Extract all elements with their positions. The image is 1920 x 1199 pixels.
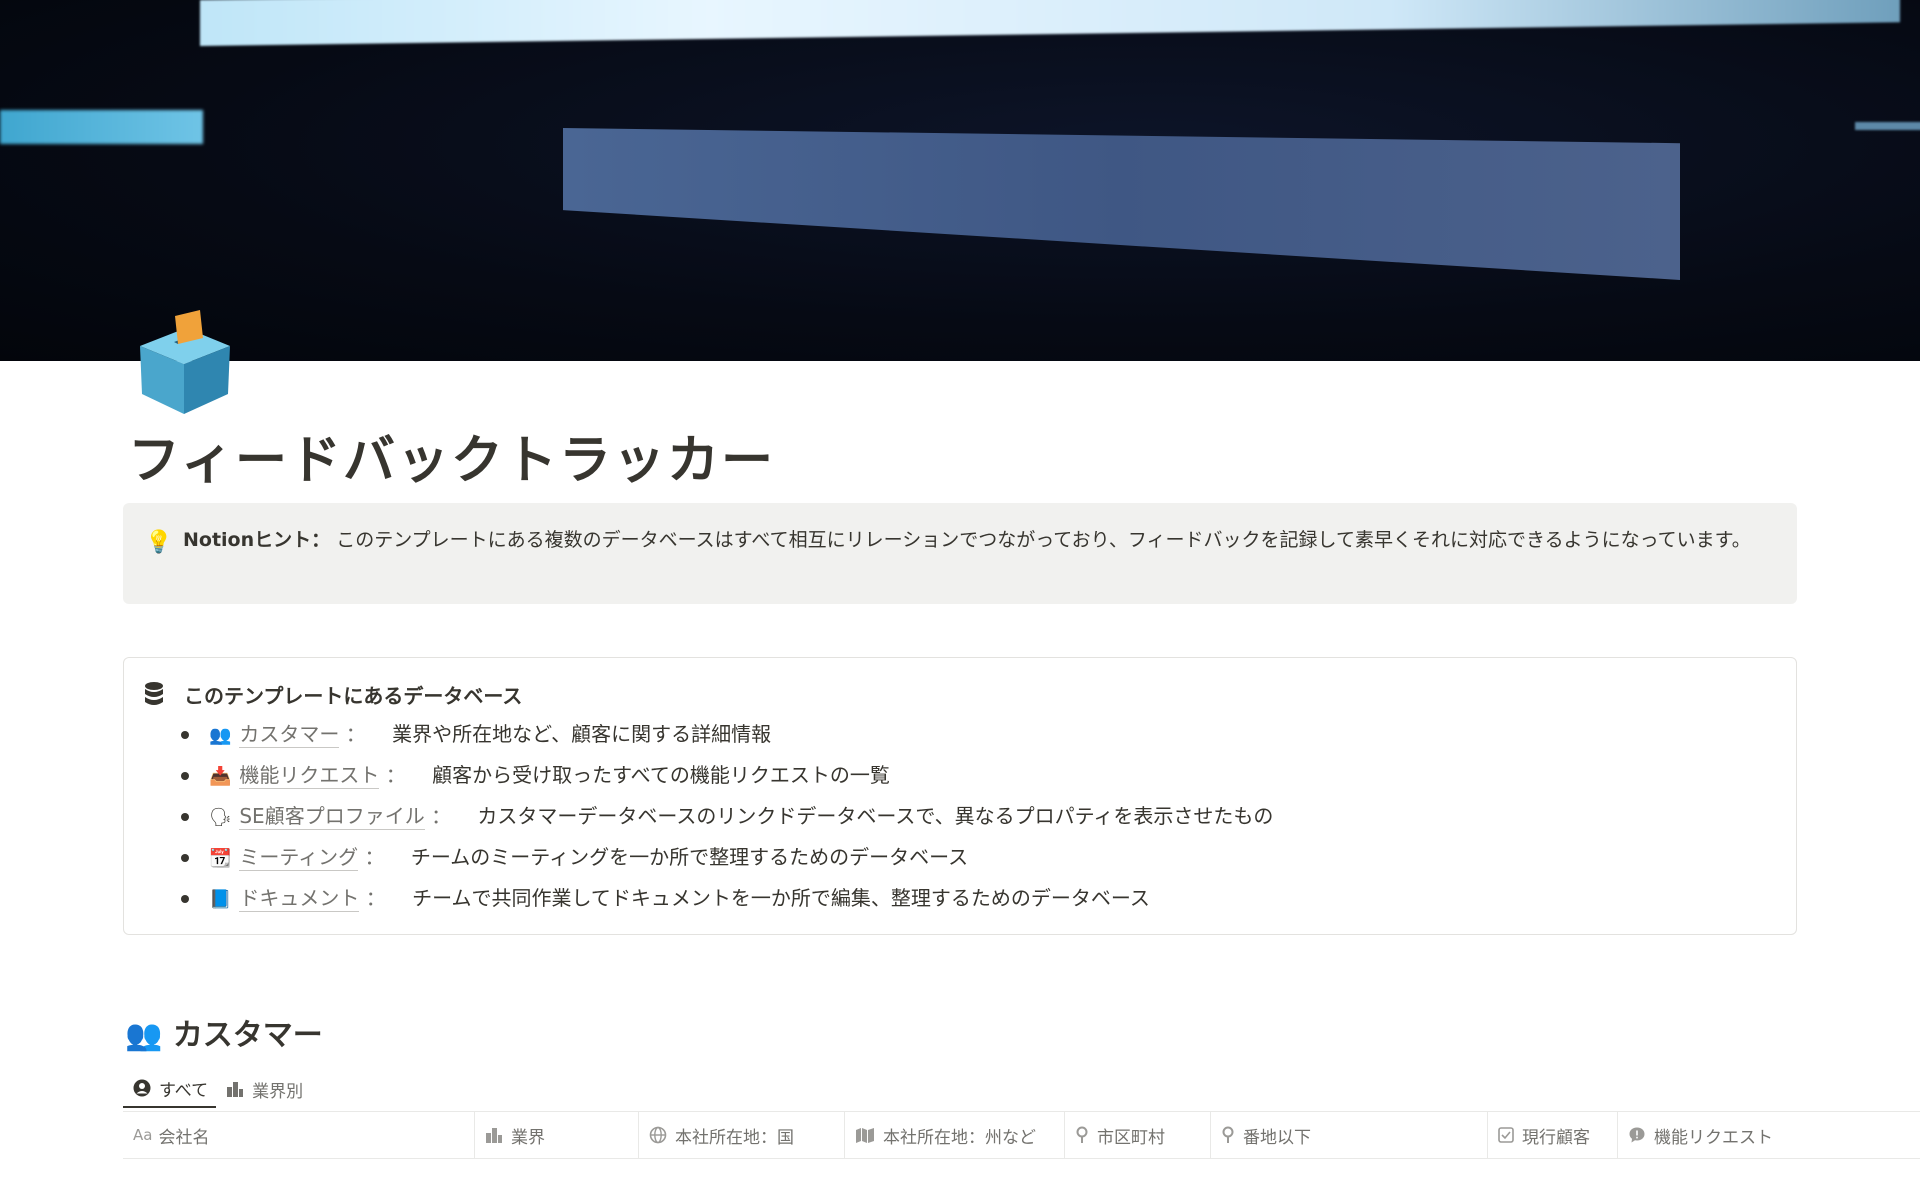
tab-label: 業界別 <box>252 1081 304 1102</box>
customers-link[interactable]: カスタマー <box>239 722 340 748</box>
colon: ： <box>345 722 366 746</box>
se-customer-profile-link[interactable]: SE顧客プロファイル <box>239 804 425 830</box>
speech-bubble-icon <box>1629 1127 1645 1143</box>
list-item: 📆 ミーティング ： チームのミーティングを一か所で整理するためのデータベース <box>179 841 1273 882</box>
people-icon: 👥 <box>209 725 232 746</box>
colon: ： <box>385 763 406 787</box>
tab-label: すべて <box>159 1080 209 1101</box>
people-icon: 👥 <box>125 1018 163 1053</box>
databases-list: 👥 カスタマー ： 業界や所在地など、顧客に関する詳細情報 📥 機能リクエスト … <box>179 718 1273 923</box>
callout-label: Notionヒント： <box>183 529 331 551</box>
list-item: 👥 カスタマー ： 業界や所在地など、顧客に関する詳細情報 <box>179 718 1273 759</box>
globe-icon <box>649 1126 667 1144</box>
callout-text: このテンプレートにある複数のデータベースはすべて相互にリレーションでつながってお… <box>336 529 1751 551</box>
colon: ： <box>364 845 385 869</box>
tab-all[interactable]: すべて <box>123 1070 217 1108</box>
column-header-city[interactable]: 市区町村 <box>1065 1112 1211 1158</box>
item-description: 顧客から受け取ったすべての機能リクエストの一覧 <box>432 763 890 787</box>
documents-link[interactable]: ドキュメント <box>239 886 360 912</box>
hint-callout[interactable]: 💡 Notionヒント： このテンプレートにある複数のデータベースはすべて相互に… <box>123 503 1797 604</box>
building-icon <box>227 1082 244 1097</box>
databases-heading: このテンプレートにあるデータベース <box>184 684 523 708</box>
column-header-company[interactable]: Aa 会社名 <box>123 1112 475 1158</box>
feature-requests-link[interactable]: 機能リクエスト <box>239 763 380 789</box>
cover-light-beam <box>0 110 203 144</box>
page-title[interactable]: フィードバックトラッカー <box>128 418 775 493</box>
light-bulb-icon: 💡 <box>145 530 173 555</box>
column-label: 現行顧客 <box>1522 1127 1590 1148</box>
map-icon <box>856 1128 874 1143</box>
list-item: 📥 機能リクエスト ： 顧客から受け取ったすべての機能リクエストの一覧 <box>179 759 1273 800</box>
checkbox-icon <box>1498 1127 1514 1143</box>
pin-icon <box>1076 1126 1088 1143</box>
column-label: 会社名 <box>158 1127 210 1148</box>
speaking-head-icon: 🗣 <box>209 807 232 828</box>
cover-panel <box>563 128 1680 280</box>
inbox-tray-icon: 📥 <box>209 766 232 787</box>
column-label: 業界 <box>511 1127 545 1148</box>
view-tabs: すべて 業界別 <box>123 1070 311 1110</box>
meetings-link[interactable]: ミーティング <box>239 845 359 871</box>
databases-callout[interactable]: このテンプレートにあるデータベース 👥 カスタマー ： 業界や所在地など、顧客に… <box>123 657 1797 935</box>
person-circle-icon <box>133 1079 151 1097</box>
pin-icon <box>1222 1126 1234 1143</box>
column-header-current-customer[interactable]: 現行顧客 <box>1488 1112 1618 1158</box>
column-header-feature-requests[interactable]: 機能リクエスト <box>1618 1112 1920 1158</box>
text-icon: Aa <box>133 1126 153 1144</box>
customers-section-title[interactable]: 👥 カスタマー <box>125 1010 323 1054</box>
column-header-address[interactable]: 番地以下 <box>1211 1112 1488 1158</box>
table-header: Aa 会社名 業界 本社所在地：国 本社所在地：州など 市区町村 番地以下 現行… <box>123 1111 1920 1159</box>
ballot-box-icon[interactable] <box>130 308 238 416</box>
column-header-hq-country[interactable]: 本社所在地：国 <box>639 1112 845 1158</box>
colon: ： <box>431 804 452 828</box>
list-item: 🗣 SE顧客プロファイル ： カスタマーデータベースのリンクドデータベースで、異… <box>179 800 1273 841</box>
cover-light-beam <box>200 0 1900 47</box>
item-description: チームで共同作業してドキュメントを一か所で編集、整理するためのデータベース <box>412 886 1150 910</box>
column-label: 番地以下 <box>1243 1127 1311 1148</box>
section-title-text: カスタマー <box>172 1018 323 1053</box>
colon: ： <box>365 886 386 910</box>
tab-by-industry[interactable]: 業界別 <box>216 1070 311 1108</box>
item-description: 業界や所在地など、顧客に関する詳細情報 <box>392 722 772 746</box>
column-label: 機能リクエスト <box>1654 1127 1773 1148</box>
building-icon <box>486 1128 502 1143</box>
column-label: 本社所在地：州など <box>883 1127 1036 1148</box>
list-item: 📘 ドキュメント ： チームで共同作業してドキュメントを一か所で編集、整理するた… <box>179 882 1273 923</box>
database-icon <box>143 681 165 711</box>
column-label: 市区町村 <box>1097 1127 1165 1148</box>
column-header-hq-state[interactable]: 本社所在地：州など <box>845 1112 1065 1158</box>
column-label: 本社所在地：国 <box>675 1127 794 1148</box>
column-header-industry[interactable]: 業界 <box>475 1112 639 1158</box>
book-icon: 📘 <box>209 889 232 910</box>
cover-light-beam <box>1855 122 1920 130</box>
calendar-icon: 📆 <box>209 848 232 869</box>
cover-image <box>0 0 1920 361</box>
item-description: カスタマーデータベースのリンクドデータベースで、異なるプロパティを表示させたもの <box>477 804 1274 828</box>
item-description: チームのミーティングを一か所で整理するためのデータベース <box>410 845 969 869</box>
